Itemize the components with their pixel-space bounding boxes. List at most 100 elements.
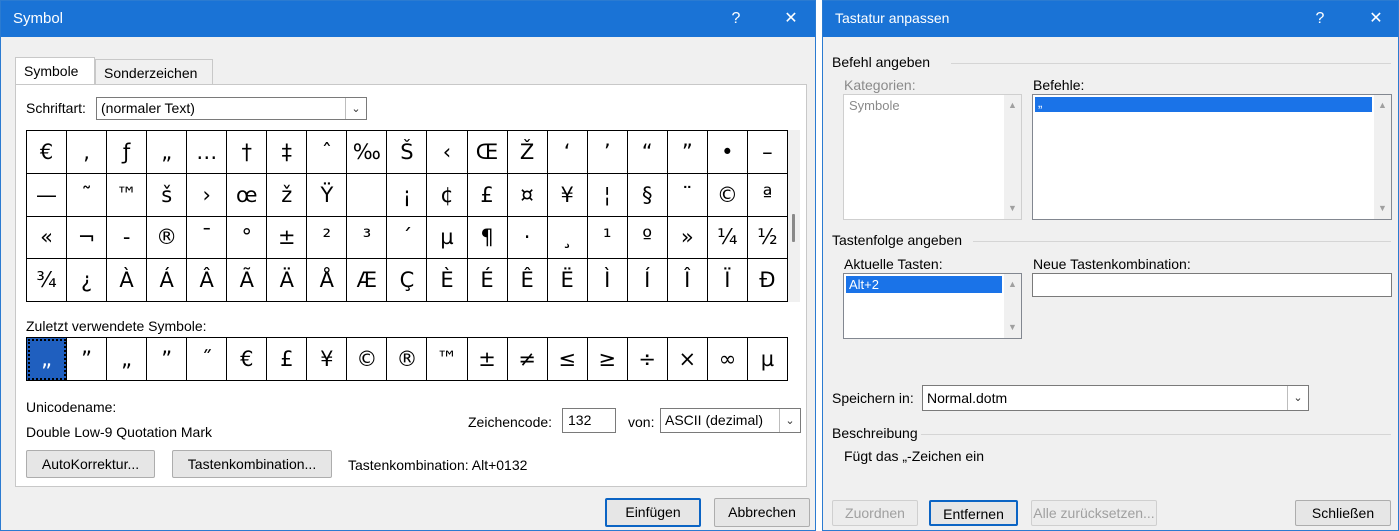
shortcut-button[interactable]: Tastenkombination...	[172, 450, 332, 478]
symbol-cell[interactable]: ›	[186, 172, 228, 217]
symbol-cell[interactable]: £	[466, 172, 508, 217]
autocorrect-button[interactable]: AutoKorrektur...	[26, 450, 155, 478]
symbol-cell[interactable]: ª	[746, 172, 789, 217]
symbol-cell[interactable]: Í	[626, 258, 668, 302]
symbol-cell[interactable]: ·	[506, 215, 548, 260]
recent-symbol-cell[interactable]: ÷	[626, 337, 668, 381]
symbol-cell[interactable]: ™	[106, 172, 148, 217]
symbol-cell[interactable]: ¯	[186, 215, 228, 260]
symbol-cell[interactable]: ƒ	[106, 130, 148, 174]
symbol-grid-scrollbar[interactable]	[788, 130, 800, 302]
close-button[interactable]: Schließen	[1295, 500, 1391, 526]
symbol-cell[interactable]: †	[226, 130, 268, 174]
symbol-cell[interactable]: ’	[586, 130, 628, 174]
symbol-cell[interactable]: °	[226, 215, 268, 260]
recent-symbol-cell[interactable]: ∞	[706, 337, 748, 381]
scroll-down-icon[interactable]: ▼	[1004, 200, 1021, 217]
symbol-cell[interactable]: ,	[66, 130, 108, 174]
recent-symbol-cell[interactable]: ≤	[546, 337, 588, 381]
recent-symbol-cell[interactable]: ˝	[186, 337, 228, 381]
symbol-cell[interactable]: ”	[666, 130, 708, 174]
symbol-cell[interactable]: Ç	[386, 258, 428, 302]
symbol-cell[interactable]: Ï	[706, 258, 748, 302]
remove-button[interactable]: Entfernen	[929, 500, 1018, 526]
recent-symbol-cell[interactable]: µ	[746, 337, 789, 381]
symbol-cell[interactable]: “	[626, 130, 668, 174]
reset-all-button[interactable]: Alle zurücksetzen...	[1031, 500, 1157, 526]
symbol-cell[interactable]: š	[146, 172, 188, 217]
symbol-cell[interactable]: Ð	[746, 258, 789, 302]
symbol-cell[interactable]: •	[706, 130, 748, 174]
cancel-button[interactable]: Abbrechen	[714, 498, 810, 527]
symbol-cell[interactable]: ©	[706, 172, 748, 217]
symbol-cell[interactable]: È	[426, 258, 468, 302]
symbol-cell[interactable]: ½	[746, 215, 789, 260]
scroll-down-icon[interactable]: ▼	[1004, 319, 1021, 336]
symbol-cell[interactable]: ‡	[266, 130, 308, 174]
symbol-cell[interactable]: Ã	[226, 258, 268, 302]
symbol-cell[interactable]: ¢	[426, 172, 468, 217]
help-icon[interactable]: ?	[723, 7, 749, 31]
scroll-down-icon[interactable]: ▼	[1374, 200, 1391, 217]
symbol-cell[interactable]: Î	[666, 258, 708, 302]
symbol-cell[interactable]: Á	[146, 258, 188, 302]
insert-button[interactable]: Einfügen	[605, 498, 701, 527]
symbol-cell[interactable]: Ì	[586, 258, 628, 302]
symbol-cell[interactable]	[346, 172, 388, 217]
symbol-cell[interactable]: ¸	[546, 215, 588, 260]
symbol-cell[interactable]: -	[106, 215, 148, 260]
symbol-cell[interactable]: œ	[226, 172, 268, 217]
charcode-input[interactable]: 132	[562, 408, 616, 433]
symbol-cell[interactable]: Ÿ	[306, 172, 348, 217]
symbol-cell[interactable]: Ë	[546, 258, 588, 302]
symbol-cell[interactable]: …	[186, 130, 228, 174]
symbol-cell[interactable]: ¤	[506, 172, 548, 217]
tab-symbole[interactable]: Symbole	[15, 57, 95, 85]
symbol-cell[interactable]: ‘	[546, 130, 588, 174]
from-select[interactable]: ASCII (dezimal) ⌄	[660, 408, 801, 433]
symbol-cell[interactable]: ¬	[66, 215, 108, 260]
new-shortcut-input[interactable]	[1032, 273, 1392, 297]
list-item[interactable]: „	[1035, 96, 1372, 112]
recent-symbol-cell[interactable]: £	[266, 337, 308, 381]
recent-symbol-cell[interactable]: ™	[426, 337, 468, 381]
list-item[interactable]: Symbole	[846, 97, 1002, 114]
symbol-cell[interactable]: ˆ	[306, 130, 348, 174]
recent-symbol-cell[interactable]: „	[106, 337, 148, 381]
categories-scrollbar[interactable]: ▲ ▼	[1004, 95, 1021, 219]
recent-symbol-cell[interactable]: ±	[466, 337, 508, 381]
save-in-select[interactable]: Normal.dotm ⌄	[922, 385, 1309, 411]
recent-symbol-cell[interactable]: ≠	[506, 337, 548, 381]
scroll-up-icon[interactable]: ▲	[1374, 97, 1391, 114]
symbol-cell[interactable]: Ê	[506, 258, 548, 302]
symbol-cell[interactable]: ‰	[346, 130, 388, 174]
symbol-cell[interactable]: Æ	[346, 258, 388, 302]
symbol-cell[interactable]: ¨	[666, 172, 708, 217]
commands-scrollbar[interactable]: ▲ ▼	[1374, 95, 1391, 219]
symbol-cell[interactable]: ¡	[386, 172, 428, 217]
symbol-cell[interactable]: „	[146, 130, 188, 174]
help-icon[interactable]: ?	[1307, 7, 1333, 31]
recent-symbol-cell[interactable]: ¥	[306, 337, 348, 381]
symbol-cell[interactable]: Â	[186, 258, 228, 302]
symbol-cell[interactable]: —	[25, 172, 68, 217]
symbol-cell[interactable]: Š	[386, 130, 428, 174]
commands-list[interactable]: „ ▲ ▼	[1032, 94, 1392, 220]
font-select[interactable]: (normaler Text) ⌄	[96, 97, 367, 120]
symbol-cell[interactable]: ²	[306, 215, 348, 260]
symbol-cell[interactable]: ¼	[706, 215, 748, 260]
symbol-cell[interactable]: §	[626, 172, 668, 217]
symbol-cell[interactable]: Å	[306, 258, 348, 302]
symbol-cell[interactable]: ‹	[426, 130, 468, 174]
symbol-cell[interactable]: º	[626, 215, 668, 260]
symbol-cell[interactable]: €	[25, 130, 68, 174]
symbol-cell[interactable]: –	[746, 130, 789, 174]
symbol-cell[interactable]: Ž	[506, 130, 548, 174]
symbol-cell[interactable]: »	[666, 215, 708, 260]
categories-list[interactable]: Symbole ▲ ▼	[843, 94, 1022, 220]
recent-symbol-cell[interactable]: ©	[346, 337, 388, 381]
current-keys-scrollbar[interactable]: ▲ ▼	[1004, 274, 1021, 338]
symbol-cell[interactable]: ž	[266, 172, 308, 217]
close-icon[interactable]: ✕	[778, 7, 804, 31]
recent-symbol-cell[interactable]: „	[25, 337, 68, 381]
